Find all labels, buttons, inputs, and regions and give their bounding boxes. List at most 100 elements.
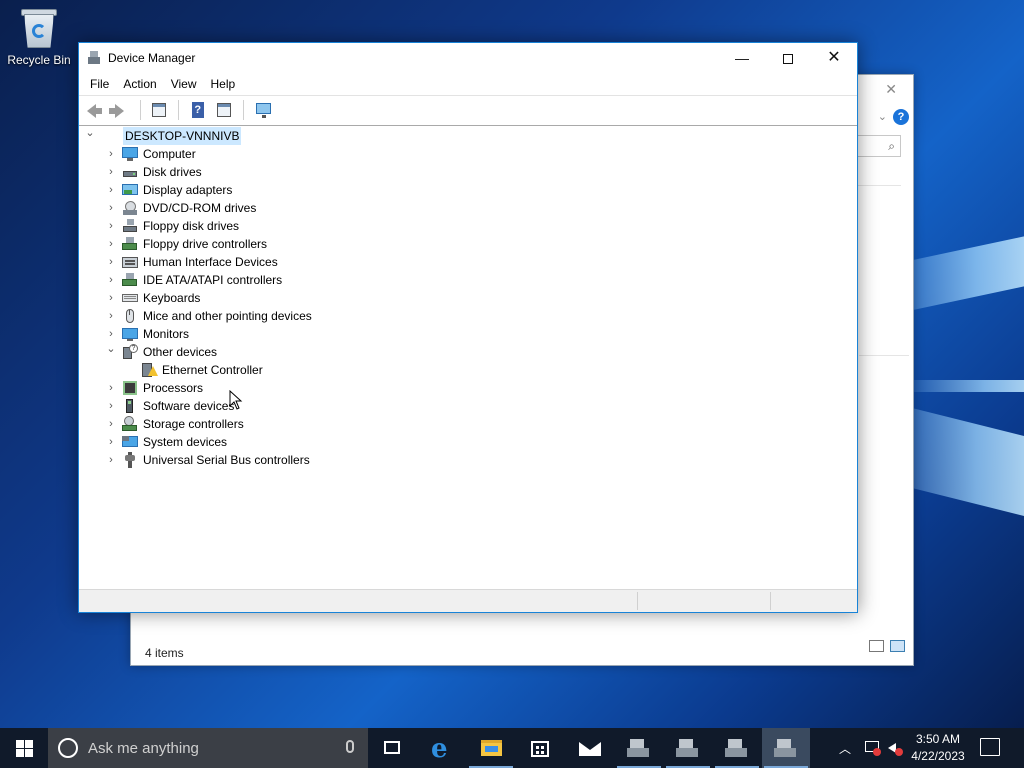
keyboard-icon [122, 290, 138, 306]
expand-chevron-icon[interactable]: › [105, 181, 117, 199]
taskbar-app-button-active[interactable] [762, 728, 810, 768]
expand-chevron-icon[interactable]: › [105, 253, 117, 271]
tree-item[interactable]: › System devices [81, 433, 855, 451]
expand-chevron-icon[interactable]: › [105, 433, 117, 451]
forward-button[interactable] [109, 100, 131, 120]
edge-button[interactable]: e [418, 728, 466, 768]
help-icon: ? [191, 102, 204, 118]
dvd-drive-icon [122, 200, 138, 216]
action-center-icon[interactable] [980, 738, 1000, 756]
expand-chevron-icon[interactable]: › [105, 415, 117, 433]
tree-item-label: Display adapters [143, 183, 233, 197]
toolbar-separator [139, 100, 141, 120]
title-bar[interactable]: Device Manager — ✕ [79, 43, 857, 73]
details-view-icon[interactable] [869, 640, 884, 652]
software-device-icon [122, 398, 138, 414]
tree-item[interactable]: › Floppy disk drives [81, 217, 855, 235]
tree-item-label: Human Interface Devices [143, 255, 278, 269]
expand-chevron-icon[interactable]: › [105, 307, 117, 325]
tree-item-label: System devices [143, 435, 228, 449]
chevron-down-icon[interactable]: ⌄ [878, 110, 887, 123]
tree-item[interactable]: › Human Interface Devices [81, 253, 855, 271]
expand-chevron-icon[interactable]: › [105, 235, 117, 253]
view-sheet-icon [217, 103, 232, 117]
tree-item[interactable]: › Floppy drive controllers [81, 235, 855, 253]
search-box[interactable]: Ask me anything [48, 728, 368, 768]
tree-item[interactable]: › Universal Serial Bus controllers [81, 451, 855, 469]
menu-help[interactable]: Help [204, 73, 243, 96]
floppy-controller-icon [122, 236, 138, 252]
start-button[interactable] [0, 728, 48, 768]
close-button[interactable]: ✕ [811, 43, 857, 73]
menu-view[interactable]: View [164, 73, 204, 96]
tree-item-child[interactable]: Ethernet Controller [81, 361, 855, 379]
expand-chevron-icon[interactable]: › [105, 217, 117, 235]
expand-chevron-icon[interactable]: › [105, 271, 117, 289]
taskbar-app-button[interactable] [664, 728, 712, 768]
tree-item[interactable]: › Storage controllers [81, 415, 855, 433]
store-button[interactable] [516, 728, 564, 768]
menu-file[interactable]: File [83, 73, 116, 96]
device-tree[interactable]: ⌄ DESKTOP-VNNNIVB › Computer › Disk drives › Di… [81, 127, 855, 589]
tree-item[interactable]: › Keyboards [81, 289, 855, 307]
maximize-icon [783, 54, 793, 65]
microphone-icon[interactable] [346, 740, 354, 753]
scan-hardware-button[interactable] [252, 100, 274, 120]
window-title: Device Manager [108, 51, 196, 65]
clock[interactable]: 3:50 AM 4/22/2023 [906, 731, 970, 765]
expand-chevron-icon[interactable]: › [105, 379, 117, 397]
tree-item[interactable]: › Display adapters [81, 181, 855, 199]
collapse-chevron-icon[interactable]: ⌄ [84, 127, 96, 145]
minimize-button[interactable]: — [719, 43, 765, 73]
tree-item[interactable]: › IDE ATA/ATAPI controllers [81, 271, 855, 289]
collapse-chevron-icon[interactable]: ⌄ [105, 343, 117, 361]
close-icon[interactable]: ✕ [885, 81, 897, 98]
large-icons-view-icon[interactable] [890, 640, 905, 652]
properties-button[interactable] [148, 100, 170, 120]
tree-root-computer[interactable]: ⌄ DESKTOP-VNNNIVB [81, 127, 855, 145]
tree-item[interactable]: › Software devices [81, 397, 855, 415]
status-bar: 4 items [131, 640, 913, 665]
tree-item[interactable]: › Mice and other pointing devices [81, 307, 855, 325]
tree-item-label: Computer [143, 147, 196, 161]
tree-item-label: Mice and other pointing devices [143, 309, 312, 323]
device-manager-window[interactable]: Device Manager — ✕ File Action View Help ? … [78, 42, 858, 613]
menu-action[interactable]: Action [116, 73, 163, 96]
view-button[interactable] [213, 100, 235, 120]
tree-item[interactable]: › Monitors [81, 325, 855, 343]
tree-item[interactable]: › Disk drives [81, 163, 855, 181]
task-view-button[interactable] [368, 728, 416, 768]
mouse-icon [122, 308, 138, 324]
help-icon[interactable]: ? [893, 109, 909, 125]
tree-item[interactable]: ⌄? Other devices [81, 343, 855, 361]
system-devices-icon [122, 434, 138, 450]
divider [853, 185, 901, 186]
wallpaper-light-beam [900, 380, 1024, 392]
back-button[interactable] [83, 100, 105, 120]
tree-item[interactable]: › Processors [81, 379, 855, 397]
expand-chevron-icon[interactable]: › [105, 397, 117, 415]
tree-item-label: Storage controllers [143, 417, 244, 431]
taskbar-app-button[interactable] [713, 728, 761, 768]
tree-item-label: Floppy drive controllers [143, 237, 268, 251]
tree-item[interactable]: › Computer [81, 145, 855, 163]
maximize-button[interactable] [765, 43, 811, 73]
expand-chevron-icon[interactable]: › [105, 325, 117, 343]
taskbar-app-button[interactable] [615, 728, 663, 768]
mail-button[interactable] [566, 728, 614, 768]
help-button[interactable]: ? [187, 100, 209, 120]
search-icon: ⌕ [888, 139, 895, 153]
recycle-bin-shortcut[interactable]: Recycle Bin [4, 6, 74, 67]
expand-chevron-icon[interactable]: › [105, 199, 117, 217]
tree-item[interactable]: › DVD/CD-ROM drives [81, 199, 855, 217]
show-hidden-icons-button[interactable]: ︿ [839, 740, 851, 768]
view-switcher [863, 636, 905, 660]
expand-chevron-icon[interactable]: › [105, 163, 117, 181]
expand-chevron-icon[interactable]: › [105, 289, 117, 307]
chevron-up-icon: ︿ [839, 742, 852, 756]
expand-chevron-icon[interactable]: › [105, 451, 117, 469]
file-explorer-button[interactable] [467, 728, 515, 768]
expand-chevron-icon[interactable]: › [105, 145, 117, 163]
cortana-icon [58, 738, 78, 758]
status-bar [79, 589, 857, 612]
